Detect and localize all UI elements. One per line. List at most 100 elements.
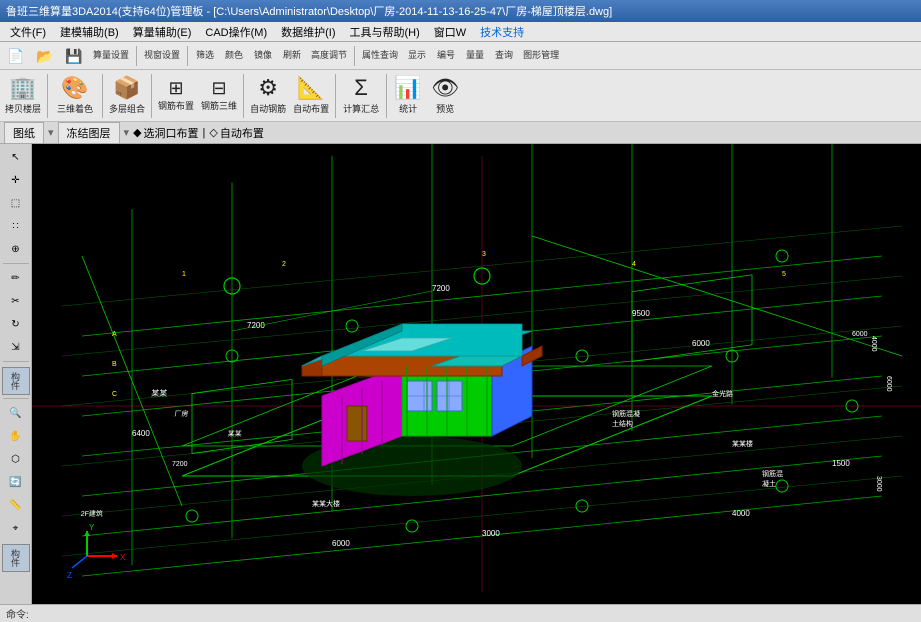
sep8 <box>335 74 336 118</box>
svg-text:A: A <box>112 331 117 338</box>
sidebar-section-member2[interactable]: 构件 <box>2 544 30 572</box>
btn-shape-mgr[interactable]: 图形管理 <box>519 44 563 68</box>
sidebar-btn-delete[interactable]: ✂ <box>2 290 30 312</box>
svg-text:3000: 3000 <box>875 476 882 492</box>
svg-text:土结构: 土结构 <box>612 419 633 428</box>
btn-3d-color[interactable]: 🎨 三维着色 <box>51 72 99 120</box>
sidebar-divider3 <box>3 398 29 399</box>
sidebar-btn-4[interactable]: ∷ <box>2 215 30 237</box>
menu-file[interactable]: 文件(F) <box>4 22 52 42</box>
btn-new[interactable]: 📄 <box>2 44 30 68</box>
svg-text:3: 3 <box>482 251 486 258</box>
svg-text:4000: 4000 <box>870 336 877 352</box>
btn-calc-sum[interactable]: Σ 计算汇总 <box>339 72 383 120</box>
btn-height[interactable]: 高度调节 <box>307 44 351 68</box>
svg-text:1500: 1500 <box>832 459 850 468</box>
menu-calc[interactable]: 算量辅助(E) <box>127 22 198 42</box>
tab-bar: 图纸 ▾ 冻结图层 ▾ ◆ 选洞口布置 | ◇ 自动布置 <box>0 122 921 144</box>
sep4 <box>47 74 48 118</box>
btn-preview[interactable]: 👁 预览 <box>427 72 463 120</box>
svg-text:钢筋混: 钢筋混 <box>762 469 783 478</box>
btn-mirror[interactable]: 镜像 <box>249 44 277 68</box>
svg-text:Y: Y <box>89 523 95 532</box>
svg-text:厂房: 厂房 <box>174 409 189 418</box>
menu-bar: 文件(F) 建模辅助(B) 算量辅助(E) CAD操作(M) 数据维护(I) 工… <box>0 22 921 42</box>
sidebar-btn-5[interactable]: ⊕ <box>2 238 30 260</box>
sidebar-btn-3[interactable]: ⬚ <box>2 192 30 214</box>
svg-text:6000: 6000 <box>332 539 350 548</box>
sidebar-btn-measure2[interactable]: 📏 <box>2 494 30 516</box>
multi-floor-icon: 📦 <box>113 76 140 100</box>
sidebar-section-member[interactable]: 构件 <box>2 367 30 395</box>
btn-attr[interactable]: 属性查询 <box>358 44 402 68</box>
sidebar-btn-2[interactable]: ✛ <box>2 169 30 191</box>
menu-tools[interactable]: 工具与帮助(H) <box>344 22 426 42</box>
calc-sum-icon: Σ <box>354 76 368 100</box>
menu-support[interactable]: 技术支持 <box>474 22 530 42</box>
btn-measure[interactable]: 量量 <box>461 44 489 68</box>
svg-text:7200: 7200 <box>432 284 450 293</box>
tab-select-opening[interactable]: ◆ 选洞口布置 <box>133 125 198 141</box>
svg-text:X: X <box>120 553 126 562</box>
copy-floor-icon: 🏢 <box>9 76 36 100</box>
menu-data[interactable]: 数据维护(I) <box>275 22 341 42</box>
btn-multi-floor[interactable]: 📦 多层组合 <box>106 72 148 120</box>
rebar-place-icon: ⊞ <box>168 79 183 99</box>
btn-filter[interactable]: 筛选 <box>191 44 219 68</box>
3d-color-icon: 🎨 <box>61 76 88 100</box>
sidebar-btn-zoom[interactable]: 🔍 <box>2 402 30 424</box>
btn-auto-place[interactable]: 📐 自动布置 <box>290 72 332 120</box>
btn-save[interactable]: 💾 <box>60 44 88 68</box>
btn-stats[interactable]: 📊 统计 <box>390 72 426 120</box>
btn-rebar-3d[interactable]: ⊟ 钢筋三维 <box>198 72 240 120</box>
btn-view-settings[interactable]: 视窗设置 <box>140 44 184 68</box>
tab-drawing[interactable]: 图纸 <box>4 122 44 144</box>
status-bar: 命令: <box>0 604 921 622</box>
sidebar-label-member2: 构件 <box>9 549 22 567</box>
btn-calc-settings[interactable]: 算量设置 <box>89 44 133 68</box>
sep9 <box>386 74 387 118</box>
sidebar-btn-edit[interactable]: ✏ <box>2 267 30 289</box>
auto-place-icon: 📐 <box>297 76 324 100</box>
tab-auto-arrange[interactable]: ◇ 自动布置 <box>209 125 263 141</box>
svg-text:2F建筑: 2F建筑 <box>80 509 103 518</box>
sep1 <box>136 46 137 66</box>
stats-icon: 📊 <box>394 76 421 100</box>
preview-icon: 👁 <box>431 76 459 100</box>
btn-number[interactable]: 编号 <box>432 44 460 68</box>
sidebar-btn-1[interactable]: ↖ <box>2 146 30 168</box>
auto-rebar-icon: ⚙ <box>258 76 278 100</box>
tab-freeze-layer[interactable]: 冻结图层 <box>58 122 120 144</box>
sidebar-btn-rotate[interactable]: ↻ <box>2 313 30 335</box>
sidebar-btn-ucs[interactable]: ⌖ <box>2 517 30 539</box>
canvas-area[interactable]: 7200 7200 9500 6000 6400 7200 6000 3000 … <box>32 144 921 604</box>
svg-text:某某大楼: 某某大楼 <box>312 499 340 508</box>
svg-text:6000: 6000 <box>692 339 710 348</box>
toolbar-row-2: 🏢 拷贝楼层 🎨 三维着色 📦 多层组合 ⊞ 钢筋布置 ⊟ 钢筋三维 ⚙ 自动钢… <box>0 70 921 122</box>
sidebar-btn-pan[interactable]: ✋ <box>2 425 30 447</box>
svg-text:2: 2 <box>282 261 286 268</box>
btn-display[interactable]: 显示 <box>403 44 431 68</box>
sidebar-btn-scale[interactable]: ⇲ <box>2 336 30 358</box>
menu-cad[interactable]: CAD操作(M) <box>199 22 273 42</box>
svg-text:7200: 7200 <box>247 321 265 330</box>
btn-refresh[interactable]: 刷新 <box>278 44 306 68</box>
sidebar-btn-orbit[interactable]: 🔄 <box>2 471 30 493</box>
menu-model[interactable]: 建模辅助(B) <box>54 22 125 42</box>
svg-text:某某楼: 某某楼 <box>732 439 753 448</box>
sep3 <box>354 46 355 66</box>
svg-text:某某: 某某 <box>151 389 168 398</box>
btn-rebar-place[interactable]: ⊞ 钢筋布置 <box>155 72 197 120</box>
cad-drawing: 7200 7200 9500 6000 6400 7200 6000 3000 … <box>32 144 921 604</box>
svg-text:6400: 6400 <box>132 429 150 438</box>
btn-copy-floor[interactable]: 🏢 拷贝楼层 <box>2 72 44 120</box>
btn-auto-rebar[interactable]: ⚙ 自动钢筋 <box>247 72 289 120</box>
sep6 <box>151 74 152 118</box>
svg-text:金光路: 金光路 <box>712 389 733 398</box>
btn-open[interactable]: 📂 <box>31 44 59 68</box>
btn-color[interactable]: 颜色 <box>220 44 248 68</box>
svg-text:3000: 3000 <box>482 529 500 538</box>
menu-window[interactable]: 窗口W <box>428 22 472 42</box>
sidebar-btn-3dview[interactable]: ⬡ <box>2 448 30 470</box>
btn-query[interactable]: 查询 <box>490 44 518 68</box>
